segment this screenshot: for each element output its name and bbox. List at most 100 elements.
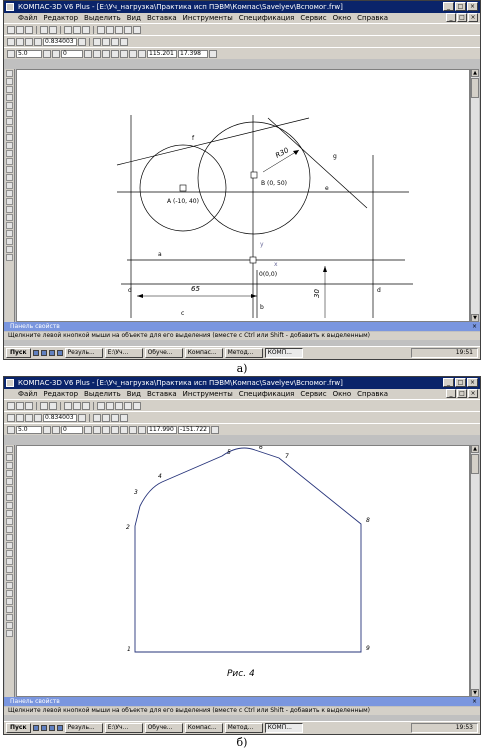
task-button[interactable]: Резуль... xyxy=(64,348,103,358)
polygon-tool-icon[interactable] xyxy=(6,214,13,221)
scroll-thumb[interactable] xyxy=(471,454,479,474)
bezier-tool-icon[interactable] xyxy=(6,246,13,253)
paste-icon[interactable] xyxy=(82,401,90,410)
chamfer-tool-icon[interactable] xyxy=(6,574,13,581)
menu-window[interactable]: Окно xyxy=(333,389,352,399)
coord-y-field[interactable]: 17.398 xyxy=(178,49,208,58)
print-icon[interactable] xyxy=(40,401,48,410)
menu-view[interactable]: Вид xyxy=(127,13,141,23)
menu-insert[interactable]: Вставка xyxy=(147,389,177,399)
save-icon[interactable] xyxy=(25,25,33,34)
doc-close-button[interactable]: × xyxy=(468,389,478,398)
menu-select[interactable]: Выделить xyxy=(84,389,121,399)
segment-tool-icon[interactable] xyxy=(6,518,13,525)
zoom-window-icon[interactable] xyxy=(25,37,33,46)
point-tool-icon[interactable] xyxy=(6,126,13,133)
geometry-tool-icon[interactable] xyxy=(6,454,13,461)
style-field[interactable]: 5.0 xyxy=(16,425,42,434)
task-button[interactable]: Метод... xyxy=(224,348,263,358)
menu-specification[interactable]: Спецификация xyxy=(239,389,295,399)
doc-minimize-button[interactable]: _ xyxy=(446,389,456,398)
scroll-up-icon[interactable]: ▲ xyxy=(471,69,479,77)
quicklaunch-icon[interactable] xyxy=(48,350,55,356)
pan-icon[interactable] xyxy=(93,413,101,422)
polygon-tool-icon[interactable] xyxy=(6,590,13,597)
spline-tool-icon[interactable] xyxy=(6,550,13,557)
circle-tool-icon[interactable] xyxy=(6,150,13,157)
snap-icon[interactable] xyxy=(93,49,101,58)
quicklaunch-icon[interactable] xyxy=(56,350,63,356)
open-icon[interactable] xyxy=(16,25,24,34)
rectangle-tool-icon[interactable] xyxy=(6,582,13,589)
print-icon[interactable] xyxy=(40,25,48,34)
menu-help[interactable]: Справка xyxy=(357,13,388,23)
menu-edit[interactable]: Редактор xyxy=(43,13,78,23)
quicklaunch-icon[interactable] xyxy=(40,350,47,356)
menu-service[interactable]: Сервис xyxy=(300,389,326,399)
ellipse-tool-icon[interactable] xyxy=(6,542,13,549)
chamfer-tool-icon[interactable] xyxy=(6,198,13,205)
hatch-tool-icon[interactable] xyxy=(6,222,13,229)
minimize-button[interactable]: _ xyxy=(443,378,454,387)
layer-field[interactable]: 0 xyxy=(61,49,83,58)
style-dropdown-icon[interactable] xyxy=(43,425,51,434)
task-button[interactable]: Компас... xyxy=(184,348,223,358)
hatch-tool-icon[interactable] xyxy=(6,598,13,605)
coord-x-field[interactable]: 115.201 xyxy=(147,49,177,58)
select-tool-icon[interactable] xyxy=(6,70,13,77)
quicklaunch-icon[interactable] xyxy=(48,725,55,731)
menu-help[interactable]: Справка xyxy=(357,389,388,399)
layer-field[interactable]: 0 xyxy=(61,425,83,434)
line-tool-icon[interactable] xyxy=(6,510,13,517)
doc-minimize-button[interactable]: _ xyxy=(446,13,456,22)
help-pointer-icon[interactable] xyxy=(133,25,141,34)
menu-file[interactable]: Файл xyxy=(18,389,37,399)
doc-close-button[interactable]: × xyxy=(468,13,478,22)
arc-tool-icon[interactable] xyxy=(6,534,13,541)
panel-close-icon[interactable]: × xyxy=(472,697,477,706)
cut-icon[interactable] xyxy=(64,401,72,410)
cut-icon[interactable] xyxy=(64,25,72,34)
zoom-field[interactable]: 0.834003 xyxy=(43,413,77,422)
coords-dropdown-icon[interactable] xyxy=(211,425,219,434)
segment-tool-icon[interactable] xyxy=(6,142,13,149)
scroll-down-icon[interactable]: ▼ xyxy=(471,314,479,322)
open-icon[interactable] xyxy=(16,401,24,410)
select-tool-icon[interactable] xyxy=(6,446,13,453)
view-dropdown-icon[interactable] xyxy=(120,37,128,46)
task-button[interactable]: Метод... xyxy=(224,723,263,733)
preview-icon[interactable] xyxy=(49,25,57,34)
scroll-down-icon[interactable]: ▼ xyxy=(471,689,479,697)
arc-tool-icon[interactable] xyxy=(6,158,13,165)
coord-x-field[interactable]: 117.990 xyxy=(147,425,177,434)
menu-select[interactable]: Выделить xyxy=(84,13,121,23)
doc-restore-button[interactable]: □ xyxy=(457,13,467,22)
refresh-icon[interactable] xyxy=(111,37,119,46)
parametrize-tool-icon[interactable] xyxy=(6,486,13,493)
copy-icon[interactable] xyxy=(73,25,81,34)
menu-file[interactable]: Файл xyxy=(18,13,37,23)
style-field[interactable]: 5.0 xyxy=(16,49,42,58)
color-icon[interactable] xyxy=(102,425,110,434)
symbol-tool-icon[interactable] xyxy=(6,94,13,101)
symbol-tool-icon[interactable] xyxy=(6,470,13,477)
task-button-active[interactable]: КОМП... xyxy=(264,723,303,733)
point-a-marker[interactable] xyxy=(179,184,187,192)
ortho-icon[interactable] xyxy=(129,49,137,58)
spline-tool-icon[interactable] xyxy=(6,174,13,181)
coord-y-field[interactable]: -151.722 xyxy=(178,425,210,434)
zoom-window-icon[interactable] xyxy=(25,413,33,422)
ortho-icon[interactable] xyxy=(129,425,137,434)
maximize-button[interactable]: □ xyxy=(455,2,466,11)
grid-icon[interactable] xyxy=(111,49,119,58)
zoom-scale-icon[interactable] xyxy=(34,413,42,422)
menu-tools[interactable]: Инструменты xyxy=(183,389,233,399)
bezier-tool-icon[interactable] xyxy=(6,622,13,629)
library-icon[interactable] xyxy=(124,25,132,34)
pan-icon[interactable] xyxy=(93,37,101,46)
grid-icon[interactable] xyxy=(111,425,119,434)
refresh-icon[interactable] xyxy=(111,413,119,422)
view-dropdown-icon[interactable] xyxy=(120,413,128,422)
profile-contour[interactable] xyxy=(134,447,362,653)
scroll-up-icon[interactable]: ▲ xyxy=(471,445,479,453)
